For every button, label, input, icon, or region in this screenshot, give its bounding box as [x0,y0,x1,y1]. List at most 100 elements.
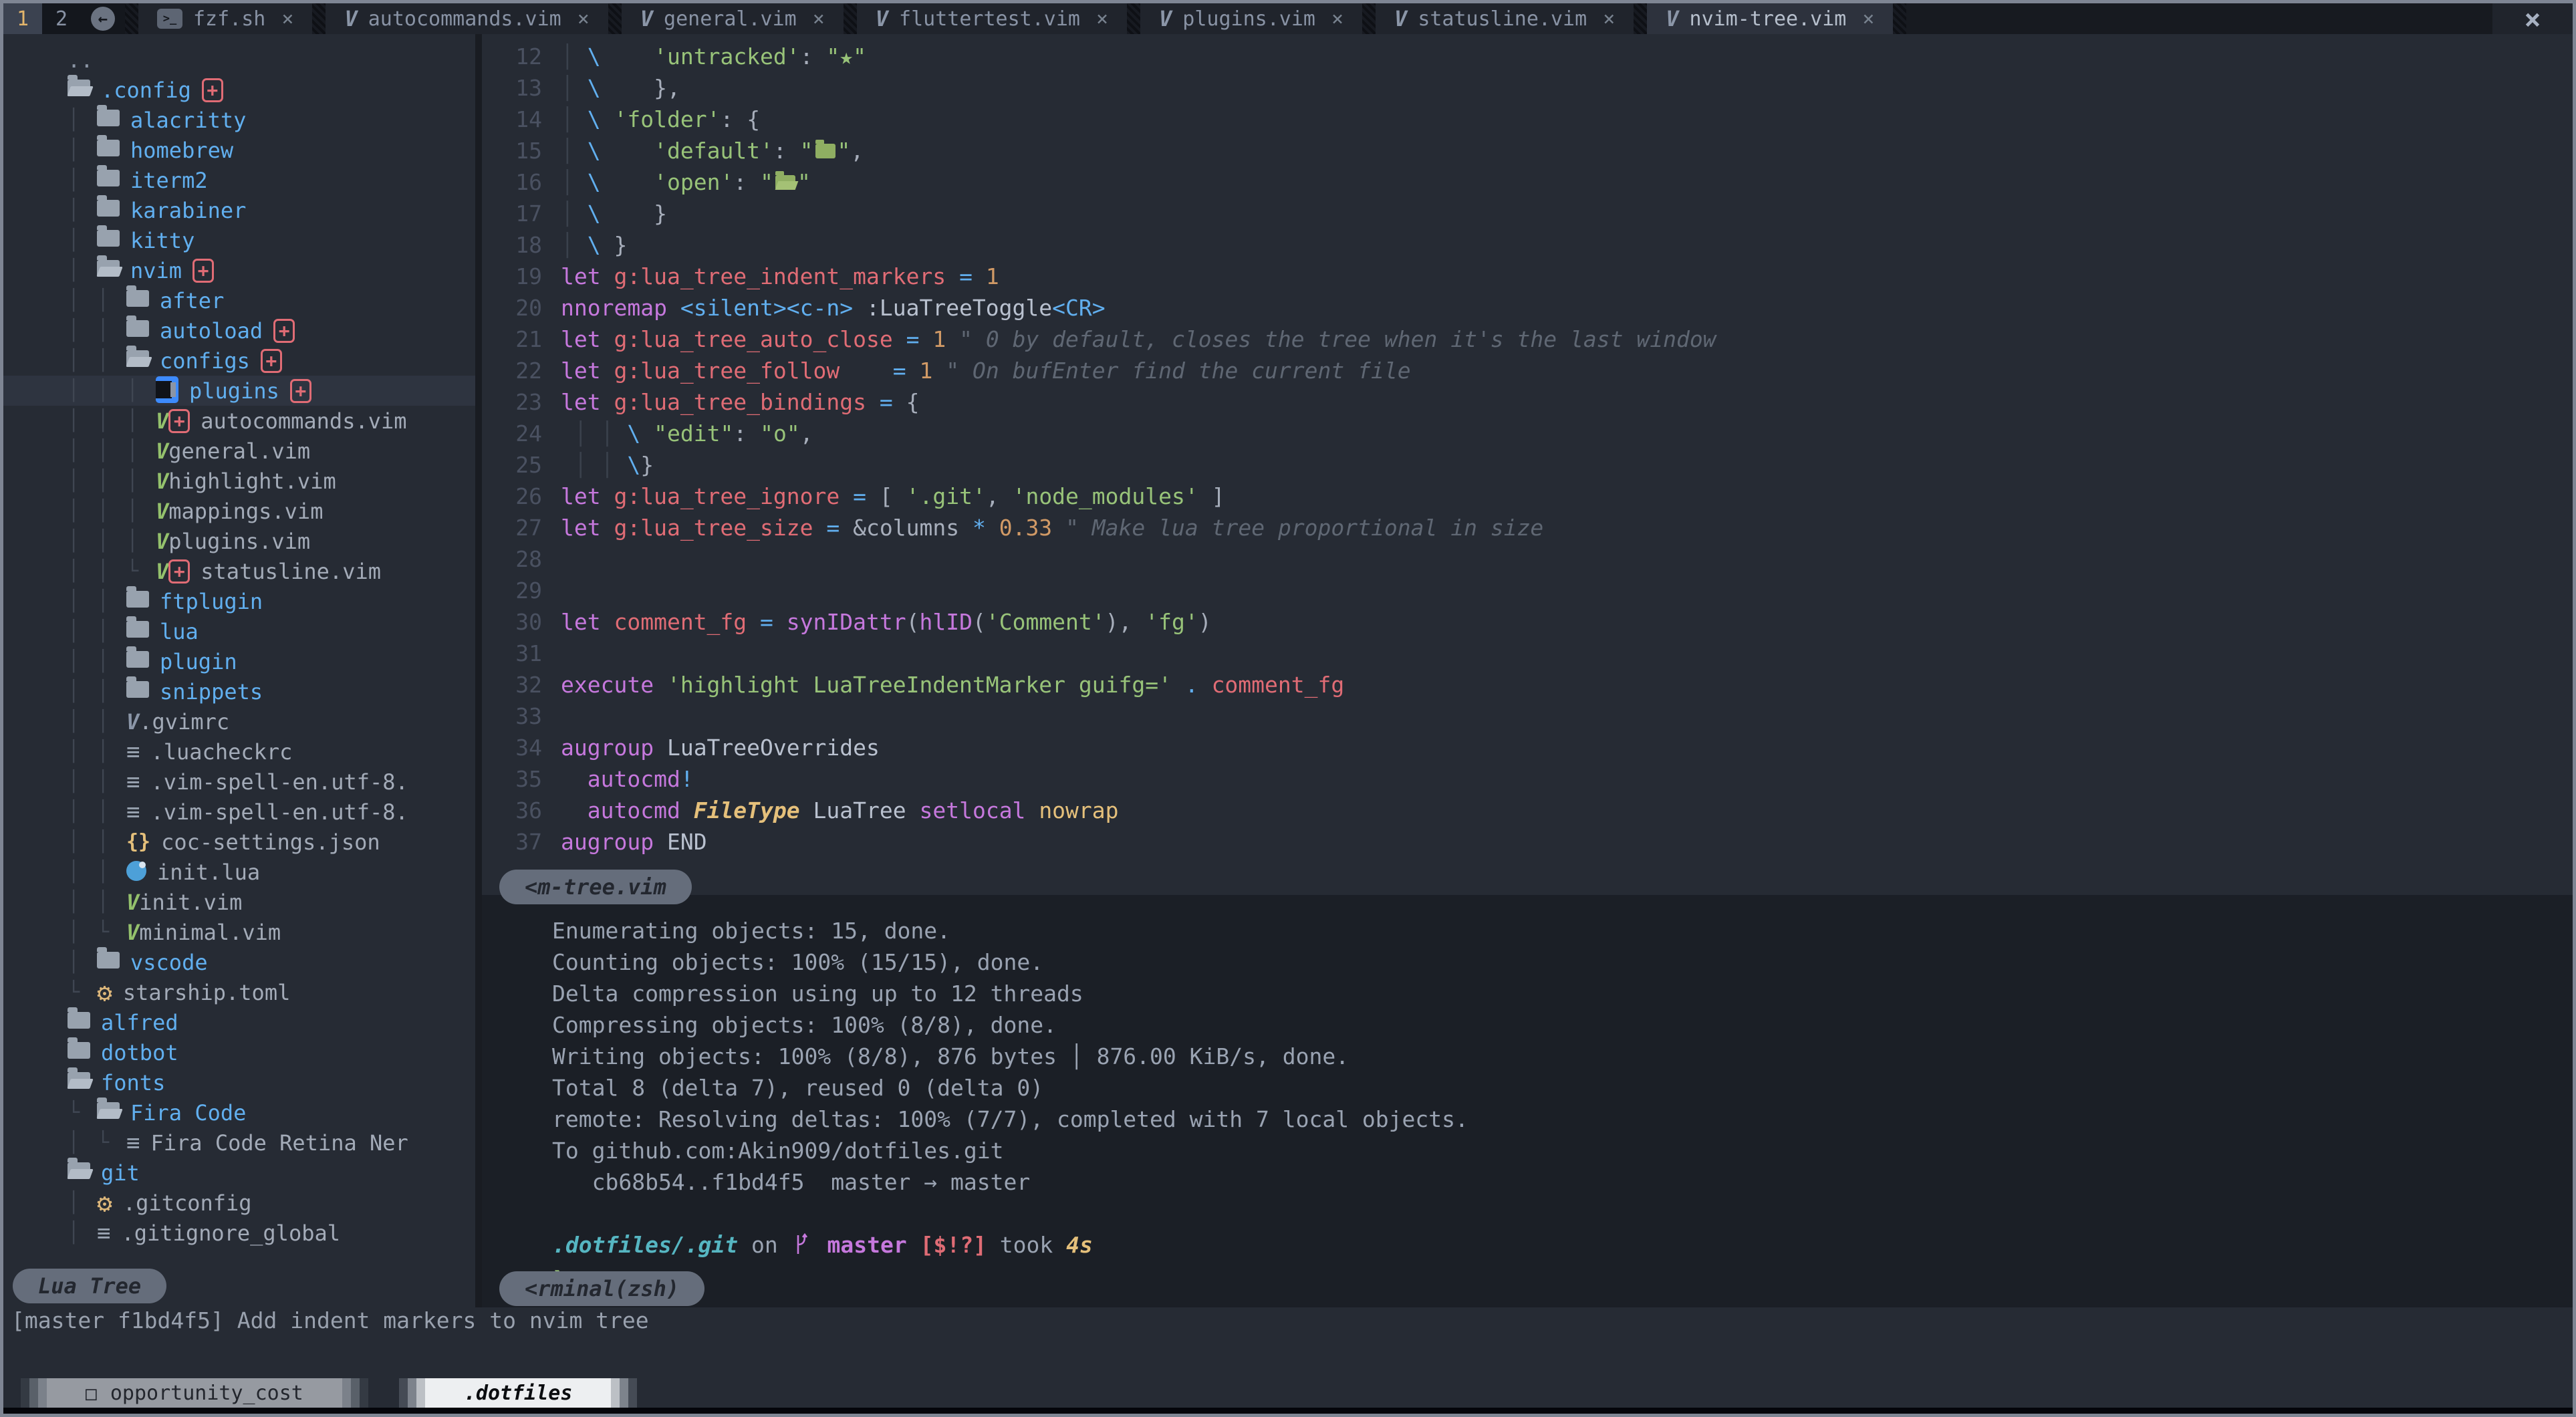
tree-row-karabiner[interactable]: │karabiner [3,195,475,225]
tree-row-plugins.vim[interactable]: │││Vplugins.vim [3,526,475,556]
tab-fluttertest.vim[interactable]: Vfluttertest.vim× [857,3,1127,34]
line-number: 33 [482,703,542,735]
tree-row-homebrew[interactable]: │homebrew [3,135,475,165]
tree-row-autocommands.vim[interactable]: │││V+autocommands.vim [3,406,475,436]
tree-indent-guide: │ [68,830,97,854]
tab-fzf.sh[interactable]: >_fzf.sh× [138,3,312,34]
tree-row-starship.toml[interactable]: └⚙starship.toml [3,977,475,1007]
tab-close-icon[interactable]: × [281,7,293,31]
tree-row-minimal.vim[interactable]: │└Vminimal.vim [3,917,475,947]
tree-row-lua[interactable]: ││lua [3,616,475,646]
git-status-badge: + [273,319,295,343]
tree-row-.vim-spell-en.utf-8.[interactable]: ││≡.vim-spell-en.utf-8. [3,797,475,827]
code-line-16: 16│ \ 'open': "" [482,169,2573,201]
tab-close-icon[interactable]: × [813,7,825,31]
segment-band [611,1378,620,1408]
code-text: let comment_fg = synIDattr(hlID('Comment… [542,609,1212,640]
tree-item-label: dotbot [101,1040,178,1065]
tree-row-vscode[interactable]: │vscode [3,947,475,977]
tree-indent-guide: └ [97,920,126,944]
code-text: │ │ \ "edit": "o", [542,420,813,452]
file-tree[interactable]: ...config+│alacritty│homebrew│iterm2│kar… [3,45,475,1269]
tabpage-2[interactable]: 2 [42,3,81,34]
tree-row-nvim[interactable]: │nvim+ [3,255,475,285]
bar-gap [368,1378,399,1408]
tree-row-coc-settings.json[interactable]: ││{}coc-settings.json [3,827,475,857]
tab-nvim-tree.vim[interactable]: Vnvim-tree.vim× [1647,3,1893,34]
tree-row-ftplugin[interactable]: ││ftplugin [3,586,475,616]
tree-row-.gitignore-global[interactable]: │≡.gitignore_global [3,1218,475,1248]
tree-row-init.lua[interactable]: ││init.lua [3,857,475,887]
tree-row-configs[interactable]: ││configs+ [3,346,475,376]
tab-label: fzf.sh [193,7,265,31]
tree-row-iterm2[interactable]: │iterm2 [3,165,475,195]
tree-indent-guide: │ [97,650,126,673]
tree-row-.vim-spell-en.utf-8.[interactable]: ││≡.vim-spell-en.utf-8. [3,767,475,797]
code-text: let g:lua_tree_auto_close = 1 " 0 by def… [542,326,1716,358]
close-all-button[interactable]: × [2492,3,2573,34]
tree-row-git[interactable]: git [3,1158,475,1188]
tree-row-dotbot[interactable]: dotbot [3,1037,475,1067]
tree-indent-guide: │ [68,138,97,162]
tree-row-.gitconfig[interactable]: │⚙.gitconfig [3,1188,475,1218]
code-line-20: 20nnoremap <silent><c-n> :LuaTreeToggle<… [482,295,2573,326]
tree-indent-guide: │ [97,890,126,914]
tree-row-autoload[interactable]: ││autoload+ [3,315,475,346]
tab-close-icon[interactable]: × [1603,7,1615,31]
tree-row-..[interactable]: .. [3,45,475,75]
tree-row-statusline.vim[interactable]: ││└V+statusline.vim [3,556,475,586]
code-editor[interactable]: 12│ \ 'untracked': "★"13│ \ },14│ \ 'fol… [482,34,2573,870]
tab-autocommands.vim[interactable]: Vautocommands.vim× [326,3,608,34]
tmux-window-opportunity-cost[interactable]: □ opportunity_cost [21,1378,368,1408]
terminal-output-line: Delta compression using up to 12 threads [552,981,2573,1012]
vim-file-icon: V [1394,8,1407,29]
window-separator[interactable] [475,34,482,1307]
tab-close-icon[interactable]: × [1862,7,1874,31]
tree-row-plugin[interactable]: ││plugin [3,646,475,676]
segment-band [408,1378,416,1408]
tab-general.vim[interactable]: Vgeneral.vim× [622,3,844,34]
tree-row-.gvimrc[interactable]: ││V.gvimrc [3,706,475,737]
tmux-status-bar: □ opportunity_cost .dotfiles [3,1378,2573,1408]
tree-row-.luacheckrc[interactable]: ││≡.luacheckrc [3,737,475,767]
shell-prompt-line[interactable]: ❯ [552,1263,2573,1295]
tree-indent-guide: │ [97,860,126,884]
tmux-window-dotfiles[interactable]: .dotfiles [399,1378,638,1408]
tree-indent-guide: │ [68,499,97,523]
back-button[interactable]: ← [81,3,125,34]
tree-item-label: vscode [130,950,208,975]
terminal-output-line: Writing objects: 100% (8/8), 876 bytes │… [552,1043,2573,1075]
bottom-spacer [3,1339,2573,1378]
folder-glyph [815,144,835,158]
tree-row-snippets[interactable]: ││snippets [3,676,475,706]
tree-row-Fira-Code-Retina-Ner[interactable]: │└≡Fira Code Retina Ner [3,1128,475,1158]
tree-row-Fira-Code[interactable]: └Fira Code [3,1098,475,1128]
terminal-output-line: Compressing objects: 100% (8/8), done. [552,1012,2573,1043]
tab-close-icon[interactable]: × [577,7,590,31]
tree-row-plugins[interactable]: │││plugins+ [3,376,475,406]
terminal-window[interactable]: <rminal(zsh) Enumerating objects: 15, do… [482,895,2573,1307]
tree-row-fonts[interactable]: fonts [3,1067,475,1098]
tree-item-label: snippets [160,679,263,704]
tab-plugins.vim[interactable]: Vplugins.vim× [1140,3,1362,34]
folder-icon [126,651,149,668]
tree-row-alfred[interactable]: alfred [3,1007,475,1037]
tab-statusline.vim[interactable]: Vstatusline.vim× [1376,3,1634,34]
tree-row-general.vim[interactable]: │││Vgeneral.vim [3,436,475,466]
tree-row-init.vim[interactable]: ││Vinit.vim [3,887,475,917]
code-line-33: 33 [482,703,2573,735]
tree-row-alacritty[interactable]: │alacritty [3,105,475,135]
tree-indent-guide: │ [68,529,97,553]
tabpage-1[interactable]: 1 [3,3,42,34]
tree-row-mappings.vim[interactable]: │││Vmappings.vim [3,496,475,526]
tab-close-icon[interactable]: × [1331,7,1343,31]
code-text: │ \ 'folder': { [542,106,760,138]
tree-row-after[interactable]: ││after [3,285,475,315]
tab-close-icon[interactable]: × [1096,7,1108,31]
tree-row-kitty[interactable]: │kitty [3,225,475,255]
line-number: 26 [482,483,542,515]
folder-icon [97,110,120,126]
tree-row-highlight.vim[interactable]: │││Vhighlight.vim [3,466,475,496]
tree-row-.config[interactable]: .config+ [3,75,475,105]
code-text: │ │ \} [542,452,654,483]
